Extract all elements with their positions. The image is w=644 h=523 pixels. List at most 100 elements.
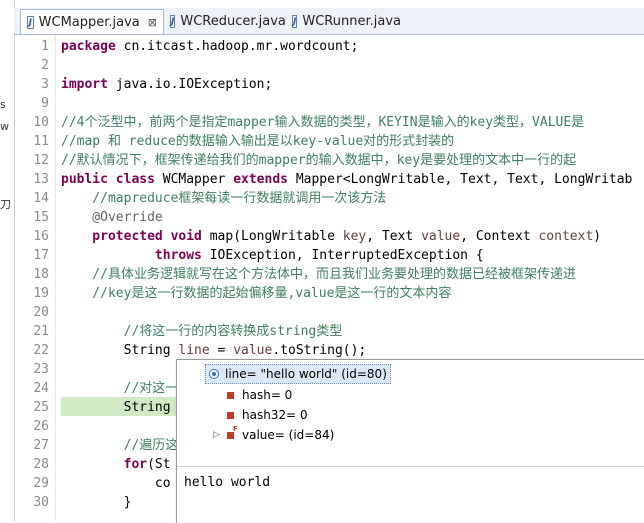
code-line[interactable]: //将这一行的内容转换成string类型 [61,322,343,341]
line-number: 19 [33,286,49,301]
code-token: extends [233,172,288,187]
line-number: 25 [33,400,49,415]
java-file-icon: J [292,14,298,28]
code-token: import [61,77,108,92]
tree-item-label: value= (id=84) [242,428,335,442]
line-number: 26 [33,419,49,434]
line-number: 20 [33,305,49,320]
code-line[interactable]: //map 和 reduce的数据输入输出是以key-value对的形式封装的 [61,132,454,151]
code-line[interactable]: import java.io.IOException; [61,75,272,94]
code-token: for [61,457,148,472]
tree-item-label: hash= 0 [242,388,293,402]
line-number: 16 [33,229,49,244]
code-token: (St [147,457,171,472]
left-fragment: 刀 [0,198,11,211]
line-number: 17 [33,248,49,263]
code-line[interactable]: //具体业务逻辑就写在这个方法体中，而且我们业务要处理的数据已经被框架传递进 [61,265,576,284]
tab-wcmapper[interactable]: J WCMapper.java ⊠ [20,9,164,34]
code-line[interactable]: protected void map(LongWritable key, Tex… [61,227,601,246]
code-line[interactable]: package cn.itcast.hadoop.mr.wordcount; [61,37,358,56]
line-number: 22 [33,343,49,358]
variable-tree[interactable]: line= "hello world" (id=80) hash= 0 hash… [177,360,644,466]
detail-value-text: hello world [184,475,271,490]
tab-label: WCReducer.java [180,13,286,29]
left-fragment: w [0,120,9,133]
close-icon[interactable]: ⊠ [148,16,157,29]
field-icon [227,411,234,419]
line-number: 28 [33,457,49,472]
code-token: //默认情况下，框架传递给我们的mapper的输入数据中，key是要处理的文本中… [61,153,577,168]
code-token: co [61,476,171,491]
tree-root-line[interactable]: line= "hello world" (id=80) [205,364,391,384]
code-line[interactable]: for(St [61,455,171,474]
code-token: IOException, InterruptedException { [201,248,484,263]
line-number: 13 [33,172,49,187]
expand-arrow-icon[interactable]: ▷ [213,430,220,440]
code-token: //key是这一行数据的起始偏移量,value是这一行的文本内容 [61,286,452,301]
code-line[interactable]: co [61,474,171,493]
code-token: String [61,400,171,415]
code-token: //具体业务逻辑就写在这个方法体中，而且我们业务要处理的数据已经被框架传递进 [61,267,576,282]
line-number: 14 [33,191,49,206]
line-number: 9 [41,96,49,111]
line-number: 29 [33,476,49,491]
line-number: 27 [33,438,49,453]
code-token: package [61,39,116,54]
tree-root-label: line= "hello world" (id=80) [225,367,387,381]
tab-label: WCRunner.java [302,13,401,29]
line-number: 3 [41,77,49,92]
code-token: //遍历这 [61,438,179,453]
code-token: @Override [61,210,163,225]
code-token: Mapper<LongWritable, Text, Text, LongWri… [288,172,633,187]
code-line[interactable]: @Override [61,208,163,227]
code-token: WCMapper [154,172,234,187]
line-number: 24 [33,381,49,396]
code-token: = [209,343,234,358]
code-line[interactable]: } [61,493,132,512]
code-line[interactable]: //默认情况下，框架传递给我们的mapper的输入数据中，key是要处理的文本中… [61,151,576,170]
code-line[interactable]: //4个泛型中，前两个是指定mapper输入数据的类型，KEYIN是输入的key… [61,113,584,132]
line-number: 12 [33,153,49,168]
editor-tab-bar: J WCMapper.java ⊠ J WCReducer.java J WCR… [14,8,644,35]
code-token: cn.itcast.hadoop.mr.wordcount; [115,39,359,54]
line-number: 21 [33,324,49,339]
code-token: context [538,229,594,244]
code-line[interactable]: String [61,398,171,417]
line-number: 10 [33,115,49,130]
code-line[interactable]: public class WCMapper extends Mapper<Lon… [61,170,632,189]
tab-wcrunner[interactable]: J WCRunner.java [286,10,406,32]
code-token: public class [61,172,155,187]
code-line[interactable]: String line = value.toString(); [61,341,367,360]
code-token: protected void [61,229,202,244]
tree-item-value[interactable]: value= (id=84) [227,425,335,444]
line-number: 23 [33,362,49,377]
value-detail-pane[interactable]: hello world [177,466,644,523]
line-number-gutter: 1 2 3 9 10 11 12 13 14 15 16 17 18 19 20 21 22 23 24 25 26 27… [15,35,56,521]
code-token: //将这一行的内容转换成string类型 [61,324,343,339]
code-token: //对这一 [61,381,179,396]
code-token: map(LongWritable [201,229,343,244]
tab-wcreducer[interactable]: J WCReducer.java [164,10,286,32]
line-number: 30 [33,495,49,510]
tree-item-hash32[interactable]: hash32= 0 [227,406,308,424]
code-token: ) [593,229,602,244]
line-number: 15 [33,210,49,225]
java-file-icon: J [170,14,176,28]
line-number: 1 [41,39,49,54]
code-line[interactable]: throws IOException, InterruptedException… [61,246,484,265]
tab-label: WCMapper.java [38,14,140,30]
code-token: //map 和 reduce的数据输入输出是以key-value对的形式封装的 [61,134,455,149]
variable-inspect-popup[interactable]: line= "hello world" (id=80) hash= 0 hash… [176,359,644,523]
code-token: key [342,229,367,244]
code-token: .toString(); [272,343,367,358]
tree-item-label: hash32= 0 [242,408,308,422]
code-line[interactable]: //对这一 [61,379,179,398]
code-line[interactable]: //mapreduce框架每读一行数据就调用一次该方法 [61,189,386,208]
code-token: , Text [366,229,422,244]
code-line[interactable]: //key是这一行数据的起始偏移量,value是这一行的文本内容 [61,284,451,303]
tree-item-hash[interactable]: hash= 0 [227,386,292,404]
code-token: value [421,229,461,244]
code-line[interactable]: //遍历这 [61,436,179,455]
field-icon [227,391,234,399]
code-token: String [61,343,179,358]
